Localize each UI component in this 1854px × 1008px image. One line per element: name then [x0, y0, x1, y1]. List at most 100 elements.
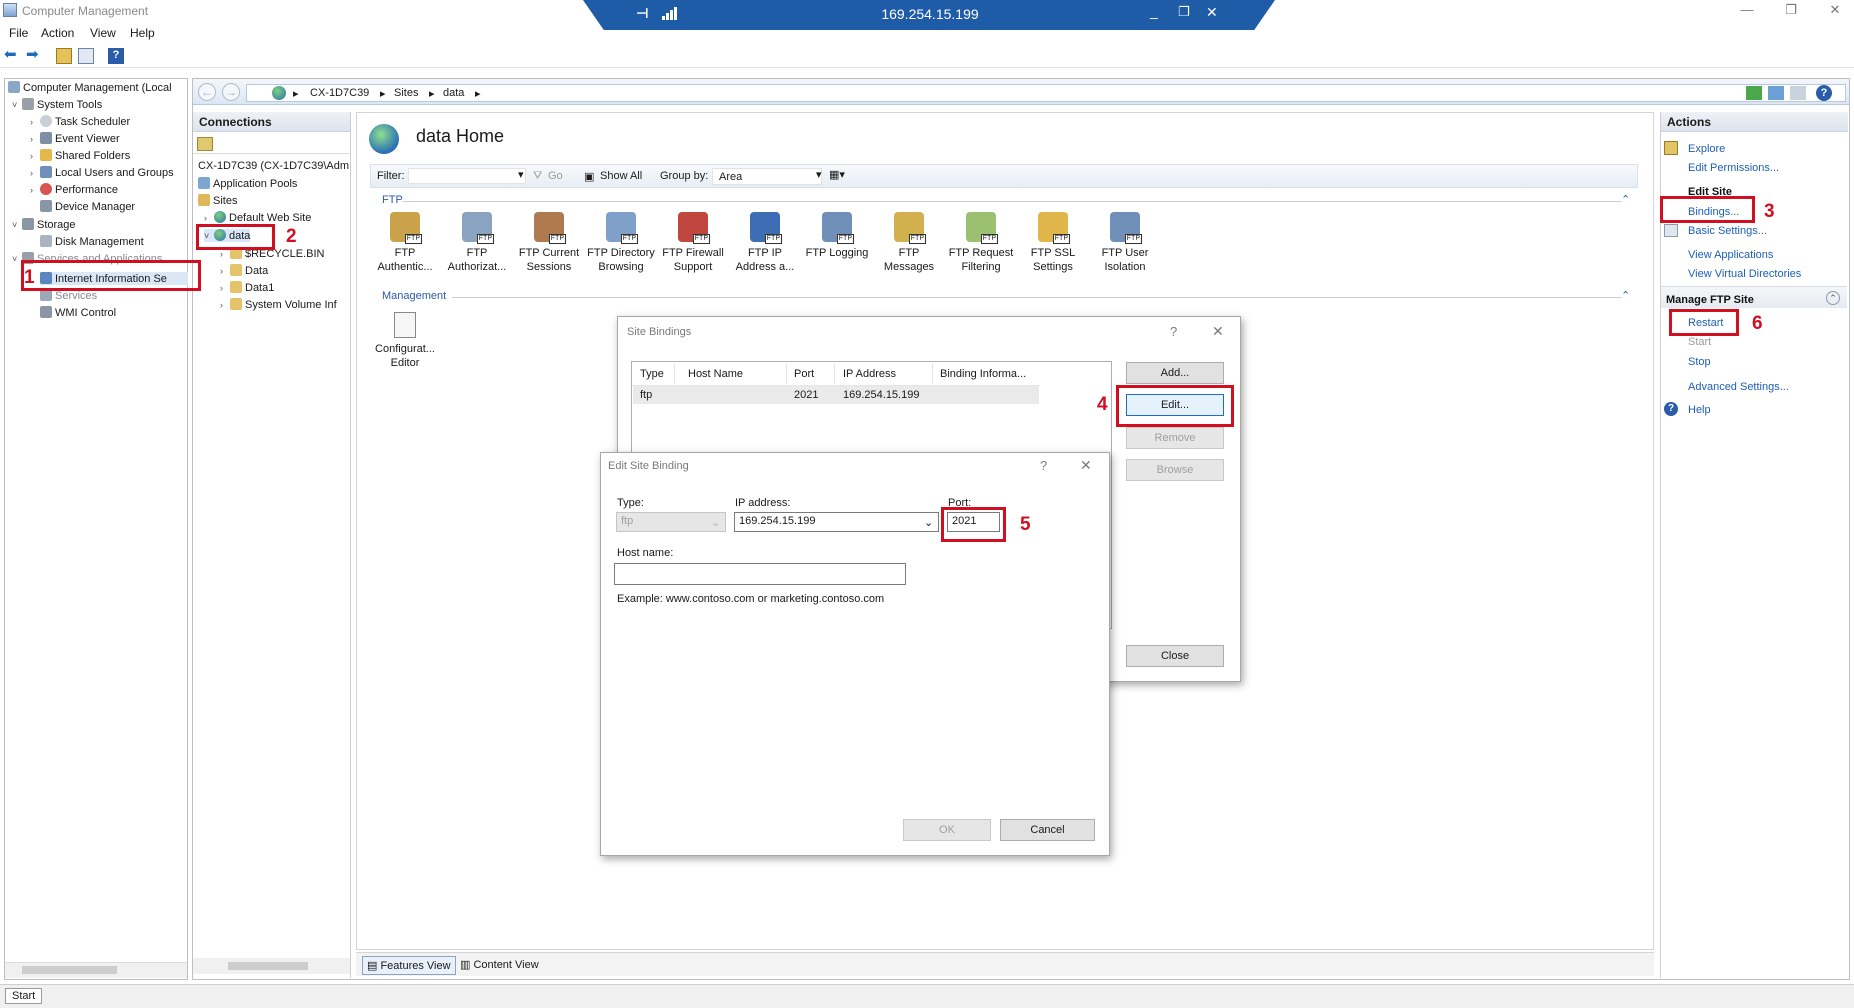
feature-ftp-9[interactable]: FTP FTP SSL Settings	[1017, 212, 1089, 274]
feature-ftp-10[interactable]: FTP FTP User Isolation	[1089, 212, 1161, 274]
action-edit-permissions[interactable]: Edit Permissions...	[1688, 162, 1779, 174]
cancel-button[interactable]: Cancel	[1000, 819, 1095, 841]
menu-help[interactable]: Help	[130, 26, 155, 40]
management-collapse-icon[interactable]: ⌃	[1621, 289, 1630, 302]
feature-ftp-5[interactable]: FTP FTP IP Address a...	[729, 212, 801, 274]
filter-dropdown-icon[interactable]: ▾	[518, 168, 524, 181]
conn-default-web-site[interactable]: › Default Web Site	[204, 211, 311, 224]
go-button[interactable]: Go	[548, 170, 563, 182]
action-view-virtual-directories[interactable]: View Virtual Directories	[1688, 268, 1801, 280]
content-view-tab[interactable]: ▥ Content View	[460, 958, 539, 971]
filter-input[interactable]	[408, 168, 526, 184]
action-start[interactable]: Start	[1688, 336, 1711, 348]
tree-item-device-manager[interactable]: Device Manager	[30, 200, 135, 213]
feature-ftp-7[interactable]: FTP FTP Messages	[873, 212, 945, 274]
ip-address-select[interactable]: 169.254.15.199	[734, 512, 939, 532]
tree-item-wmi[interactable]: WMI Control	[40, 306, 116, 319]
start-button[interactable]: Start	[5, 988, 43, 1004]
restore-icon[interactable]: ❐	[1776, 2, 1806, 18]
col-host-name[interactable]: Host Name	[688, 368, 743, 380]
action-view-applications[interactable]: View Applications	[1688, 249, 1773, 261]
ip-dropdown-icon[interactable]: ⌄	[924, 516, 933, 529]
conn-app-pools[interactable]: Application Pools	[198, 177, 297, 190]
feature-ftp-1[interactable]: FTP FTP Authorizat...	[441, 212, 513, 274]
type-select[interactable]: ftp	[616, 512, 726, 532]
add-binding-button[interactable]: Add...	[1126, 362, 1224, 384]
pin-icon[interactable]: ⊣	[636, 5, 649, 22]
connect-icon[interactable]	[197, 137, 213, 151]
tree-item-performance[interactable]: › Performance	[30, 183, 118, 196]
feature-ftp-2[interactable]: FTP FTP Current Sessions	[513, 212, 585, 274]
feature-ftp-0[interactable]: FTP FTP Authentic...	[369, 212, 441, 274]
home-icon[interactable]	[1790, 86, 1806, 100]
site-bindings-help-icon[interactable]: ?	[1170, 324, 1177, 339]
action-basic-settings[interactable]: Basic Settings...	[1688, 225, 1767, 237]
show-all-button[interactable]: Show All	[600, 170, 642, 182]
group-by-select[interactable]: Area	[712, 168, 822, 185]
tree-item-shared-folders[interactable]: › Shared Folders	[30, 149, 130, 162]
col-type[interactable]: Type	[640, 368, 664, 380]
conn-server[interactable]: CX-1D7C39 (CX-1D7C39\Adm	[198, 160, 349, 172]
tree-item-task-scheduler[interactable]: › Task Scheduler	[30, 115, 130, 128]
forward-arrow-icon[interactable]: ➡	[26, 47, 42, 64]
nav-forward-icon[interactable]: →	[222, 83, 240, 101]
left-hscroll-thumb[interactable]	[22, 966, 117, 974]
tree-item-event-viewer[interactable]: › Event Viewer	[30, 132, 120, 145]
browse-binding-button[interactable]: Browse	[1126, 459, 1224, 481]
iis-help-icon[interactable]: ?	[1816, 85, 1832, 101]
conn-folder-data1[interactable]: › Data1	[220, 281, 274, 294]
show-hide-tree-icon[interactable]	[78, 48, 94, 64]
breadcrumb-server[interactable]: CX-1D7C39	[310, 87, 369, 99]
menu-file[interactable]: File	[9, 26, 28, 40]
menu-view[interactable]: View	[90, 26, 116, 40]
tree-item-disk-management[interactable]: Disk Management	[40, 235, 144, 248]
group-by-dropdown-icon[interactable]: ▾	[816, 168, 822, 181]
col-binding-info[interactable]: Binding Informa...	[940, 368, 1026, 380]
col-port[interactable]: Port	[794, 368, 814, 380]
remote-restore-icon[interactable]: ❐	[1178, 4, 1190, 20]
breadcrumb-sites[interactable]: Sites	[394, 87, 418, 99]
remote-close-icon[interactable]: ✕	[1206, 4, 1218, 21]
close-bindings-button[interactable]: Close	[1126, 645, 1224, 667]
ok-button[interactable]: OK	[903, 819, 991, 841]
features-view-tab[interactable]: ▤ Features View	[362, 956, 456, 975]
manage-collapse-icon[interactable]: ⌃	[1826, 291, 1840, 305]
conn-folder-data[interactable]: › Data	[220, 264, 268, 277]
close-window-icon[interactable]: ✕	[1820, 2, 1850, 18]
ftp-collapse-icon[interactable]: ⌃	[1621, 193, 1630, 206]
action-advanced-settings[interactable]: Advanced Settings...	[1688, 381, 1789, 393]
up-folder-icon[interactable]	[56, 48, 72, 64]
refresh-icon[interactable]	[1746, 86, 1762, 100]
binding-row[interactable]	[633, 386, 1039, 404]
feature-configuration-editor[interactable]: Configurat... Editor	[369, 312, 441, 370]
breadcrumb-data[interactable]: data	[443, 87, 464, 99]
nav-back-icon[interactable]: ←	[198, 83, 216, 101]
action-help[interactable]: Help	[1688, 404, 1711, 416]
action-stop[interactable]: Stop	[1688, 356, 1711, 368]
feature-ftp-6[interactable]: FTP FTP Logging	[801, 212, 873, 260]
back-arrow-icon[interactable]: ⬅	[4, 47, 20, 64]
help-icon[interactable]: ?	[108, 48, 124, 64]
edit-binding-help-icon[interactable]: ?	[1040, 458, 1047, 473]
host-name-input[interactable]	[614, 563, 906, 585]
minimize-icon[interactable]: —	[1732, 2, 1762, 17]
feature-ftp-3[interactable]: FTP FTP Directory Browsing	[585, 212, 657, 274]
tree-item-local-users[interactable]: › Local Users and Groups	[30, 166, 174, 179]
tree-item-storage[interactable]: ˅ Storage	[12, 218, 76, 231]
menu-action[interactable]: Action	[41, 26, 74, 40]
conn-hscroll-thumb[interactable]	[228, 962, 308, 970]
type-dropdown-icon[interactable]: ⌄	[711, 516, 720, 529]
remove-binding-button[interactable]: Remove	[1126, 427, 1224, 449]
tree-root[interactable]: Computer Management (Local	[8, 81, 172, 94]
col-ip-address[interactable]: IP Address	[843, 368, 896, 380]
feature-ftp-8[interactable]: FTP FTP Request Filtering	[945, 212, 1017, 274]
edit-binding-close-icon[interactable]: ✕	[1080, 457, 1092, 474]
view-mode-icon[interactable]: ▦▾	[829, 168, 845, 181]
tree-item-system-tools[interactable]: ˅ System Tools	[12, 98, 102, 111]
stop-icon[interactable]	[1768, 86, 1784, 100]
conn-folder-system-volume[interactable]: › System Volume Inf	[220, 298, 337, 311]
action-explore[interactable]: Explore	[1688, 143, 1725, 155]
conn-sites[interactable]: Sites	[198, 194, 237, 207]
remote-minimize-icon[interactable]: _	[1150, 3, 1158, 19]
feature-ftp-4[interactable]: FTP FTP Firewall Support	[657, 212, 729, 274]
